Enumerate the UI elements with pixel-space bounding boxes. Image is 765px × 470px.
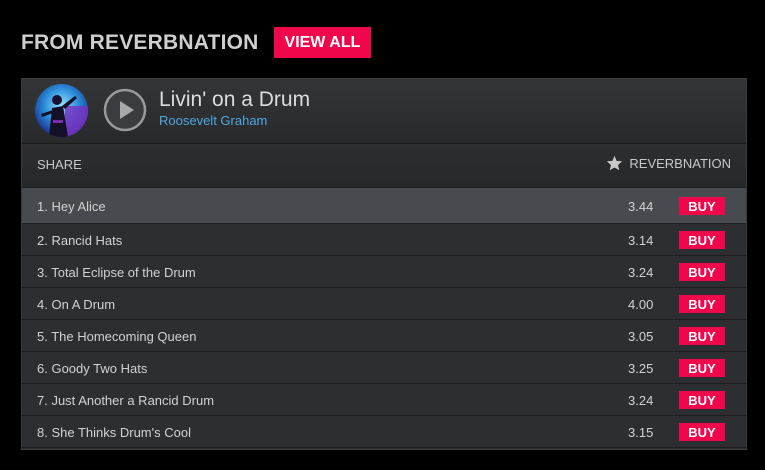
track-name: 5. The Homecoming Queen xyxy=(37,329,197,344)
player-bar: Livin' on a Drum Roosevelt Graham xyxy=(22,79,746,144)
track-name: 4. On A Drum xyxy=(37,297,116,312)
track-row[interactable]: 2. Rancid Hats 3.14 BUY xyxy=(22,224,746,256)
track-row[interactable]: 1. Hey Alice 3.44 BUY xyxy=(22,188,746,224)
play-button[interactable] xyxy=(103,88,147,132)
artist-avatar[interactable] xyxy=(35,84,88,137)
reverbnation-label: REVERBNATION xyxy=(629,155,731,171)
track-row[interactable]: 3. Total Eclipse of the Drum 3.24 BUY xyxy=(22,256,746,288)
track-row[interactable]: 6. Goody Two Hats 3.25 BUY xyxy=(22,352,746,384)
track-price: 3.15 xyxy=(628,425,654,440)
reverbnation-link[interactable]: REVERBNATION xyxy=(606,155,731,171)
track-price: 3.44 xyxy=(628,199,654,214)
track-price: 3.14 xyxy=(628,233,654,248)
share-button[interactable]: SHARE xyxy=(37,157,82,172)
track-row[interactable]: 4. On A Drum 4.00 BUY xyxy=(22,288,746,320)
buy-button[interactable]: BUY xyxy=(679,197,725,215)
track-price: 3.25 xyxy=(628,361,654,376)
track-row[interactable]: 5. The Homecoming Queen 3.05 BUY xyxy=(22,320,746,352)
now-playing-title: Livin' on a Drum xyxy=(159,88,311,111)
buy-button[interactable]: BUY xyxy=(679,231,725,249)
track-row[interactable]: 8. She Thinks Drum's Cool 3.15 BUY xyxy=(22,416,746,448)
reverbnation-widget: Livin' on a Drum Roosevelt Graham SHARE … xyxy=(21,78,747,450)
section-header: FROM REVERBNATION VIEW ALL xyxy=(21,27,372,58)
view-all-button[interactable]: VIEW ALL xyxy=(273,27,372,58)
artist-link[interactable]: Roosevelt Graham xyxy=(159,113,267,128)
track-price: 3.24 xyxy=(628,265,654,280)
track-name: 2. Rancid Hats xyxy=(37,233,123,248)
widget-toolbar: SHARE REVERBNATION xyxy=(22,144,746,188)
track-row[interactable]: 7. Just Another a Rancid Drum 3.24 BUY xyxy=(22,384,746,416)
track-name: 1. Hey Alice xyxy=(37,199,106,214)
buy-button[interactable]: BUY xyxy=(679,263,725,281)
artist-avatar-image xyxy=(35,84,88,137)
track-price: 4.00 xyxy=(628,297,654,312)
buy-button[interactable]: BUY xyxy=(679,295,725,313)
track-name: 7. Just Another a Rancid Drum xyxy=(37,393,215,408)
track-price: 3.24 xyxy=(628,393,654,408)
track-name: 3. Total Eclipse of the Drum xyxy=(37,265,196,280)
buy-button[interactable]: BUY xyxy=(679,391,725,409)
track-name: 6. Goody Two Hats xyxy=(37,361,148,376)
buy-button[interactable]: BUY xyxy=(679,327,725,345)
buy-button[interactable]: BUY xyxy=(679,423,725,441)
buy-button[interactable]: BUY xyxy=(679,359,725,377)
track-price: 3.05 xyxy=(628,329,654,344)
track-name: 8. She Thinks Drum's Cool xyxy=(37,425,191,440)
play-icon xyxy=(103,88,147,132)
star-icon xyxy=(607,155,623,171)
section-title: FROM REVERBNATION xyxy=(21,30,259,54)
track-list: 1. Hey Alice 3.44 BUY 2. Rancid Hats 3.1… xyxy=(22,188,746,448)
